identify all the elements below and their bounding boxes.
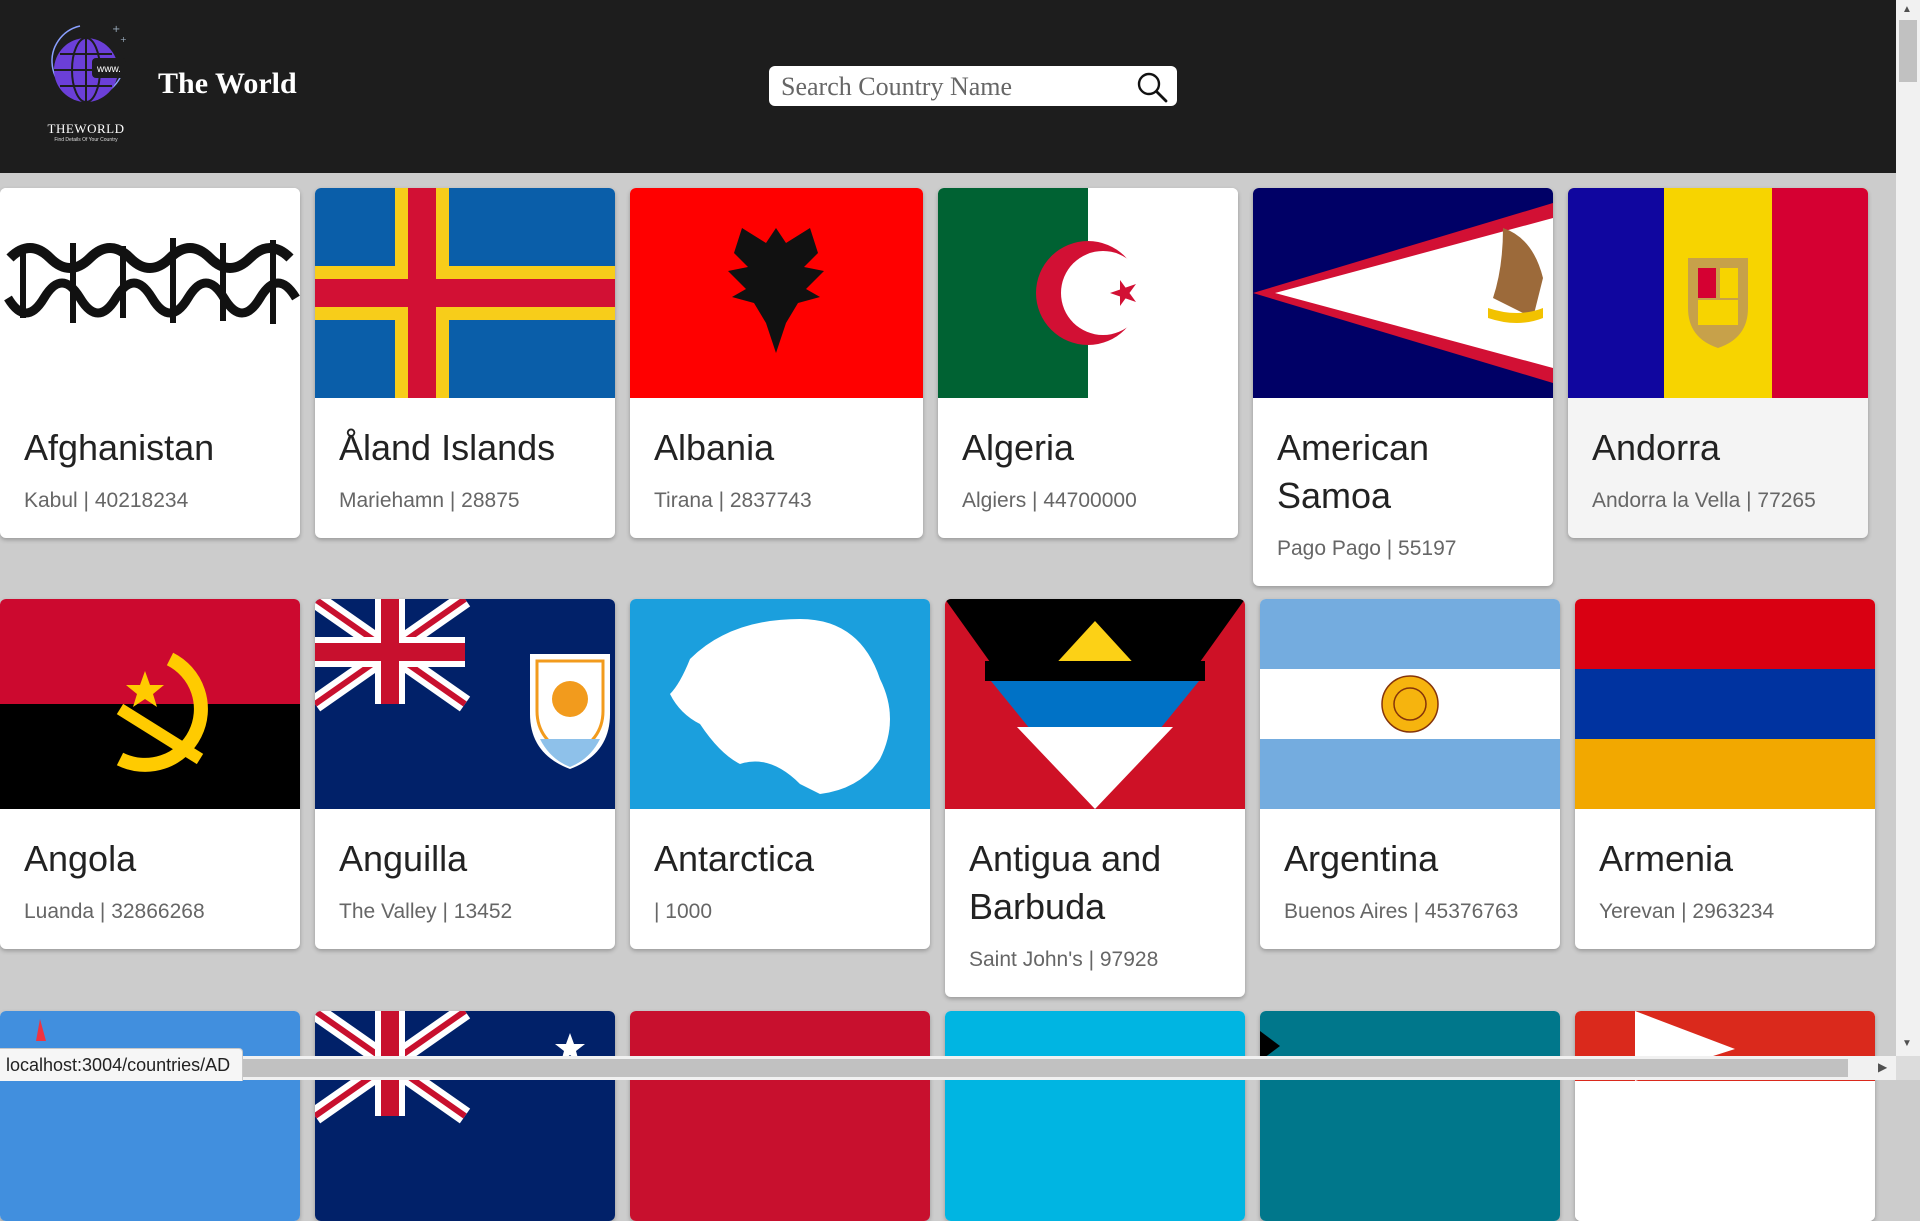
flag-image [1260,1011,1560,1221]
logo-title: THEWORLD [47,121,125,136]
svg-text:+: + [112,24,120,35]
logo-www-text: www. [96,64,121,75]
vertical-scrollbar[interactable] [1896,0,1920,1056]
brand-name[interactable]: The World [158,67,297,101]
country-capital-population: The Valley | 13452 [339,900,513,923]
country-card[interactable] [1260,1011,1560,1221]
scroll-up-arrow-icon[interactable]: ▲ [1902,4,1912,15]
flag-image [1568,188,1868,398]
country-card[interactable] [1575,1011,1875,1221]
flag-image [630,599,930,809]
flag-image [1575,599,1875,809]
country-card[interactable]: Angola Luanda | 32866268 [0,599,300,949]
country-capital-population: Saint John's | 97928 [969,948,1159,971]
flag-image [630,188,923,398]
country-card[interactable]: Andorra Andorra la Vella | 77265 [1568,188,1868,538]
country-name: Albania [654,427,775,468]
country-card[interactable]: Algeria Algiers | 44700000 [938,188,1238,538]
country-name: Argentina [1284,838,1439,879]
country-name: Armenia [1599,838,1734,879]
country-name: Antigua and Barbuda [969,838,1162,927]
country-capital-population: Buenos Aires | 45376763 [1284,900,1519,923]
flag-image [315,188,615,398]
country-name: Åland Islands [339,427,556,468]
country-capital-population: Mariehamn | 28875 [339,489,520,512]
country-name: American Samoa [1277,427,1430,516]
country-name: Anguilla [339,838,468,879]
svg-text:+: + [120,35,127,44]
country-card[interactable] [945,1011,1245,1221]
country-card[interactable]: Afghanistan Kabul | 40218234 [0,188,300,538]
horizontal-scroll-thumb[interactable] [16,1059,1848,1077]
vertical-scroll-thumb[interactable] [1899,20,1917,82]
search-icon[interactable] [1136,71,1168,103]
search-box [769,66,1177,106]
flag-image [315,599,615,809]
country-name: Antarctica [654,838,815,879]
country-name: Angola [24,838,137,879]
country-card[interactable]: American Samoa Pago Pago | 55197 [1253,188,1553,586]
scroll-down-arrow-icon[interactable]: ▼ [1902,1038,1912,1049]
country-card[interactable] [315,1011,615,1221]
scrollbar-corner [1896,1056,1920,1080]
country-card[interactable]: Antarctica | 1000 [630,599,930,949]
flag-image [0,1011,300,1221]
country-capital-population: Luanda | 32866268 [24,900,205,923]
country-name: Algeria [962,427,1075,468]
country-card[interactable]: Albania Tirana | 2837743 [630,188,923,538]
flag-image [0,188,300,398]
flag-image [315,1011,615,1221]
search-input[interactable] [779,70,1123,104]
country-capital-population: Kabul | 40218234 [24,489,189,512]
flag-image [0,599,300,809]
country-card[interactable]: Åland Islands Mariehamn | 28875 [315,188,615,538]
country-capital-population: Algiers | 44700000 [962,489,1137,512]
flag-image [938,188,1238,398]
flag-image [945,1011,1245,1221]
country-card[interactable]: Antigua and Barbuda Saint John's | 97928 [945,599,1245,997]
country-card[interactable]: Argentina Buenos Aires | 45376763 [1260,599,1560,949]
flag-image [1253,188,1553,398]
country-card[interactable]: Armenia Yerevan | 2963234 [1575,599,1875,949]
country-capital-population: Pago Pago | 55197 [1277,537,1457,560]
country-capital-population: Tirana | 2837743 [654,489,812,512]
country-name: Afghanistan [24,427,215,468]
flag-image [1575,1011,1875,1221]
scroll-right-arrow-icon[interactable]: ▶ [1878,1060,1887,1074]
country-capital-population: | 1000 [654,900,713,923]
link-status-url: localhost:3004/countries/AD [0,1048,244,1081]
flag-image [945,599,1245,809]
country-card[interactable] [0,1011,300,1221]
country-card[interactable]: Anguilla The Valley | 13452 [315,599,615,949]
country-capital-population: Andorra la Vella | 77265 [1592,489,1816,512]
flag-image [630,1011,930,1221]
logo-tagline: Find Details Of Your Country [54,137,118,143]
country-name: Andorra [1592,427,1721,468]
country-capital-population: Yerevan | 2963234 [1599,900,1775,923]
app-header: www. + + THEWORLD Find Details Of Your C… [0,0,1896,173]
flag-image [1260,599,1560,809]
country-card[interactable] [630,1011,930,1221]
